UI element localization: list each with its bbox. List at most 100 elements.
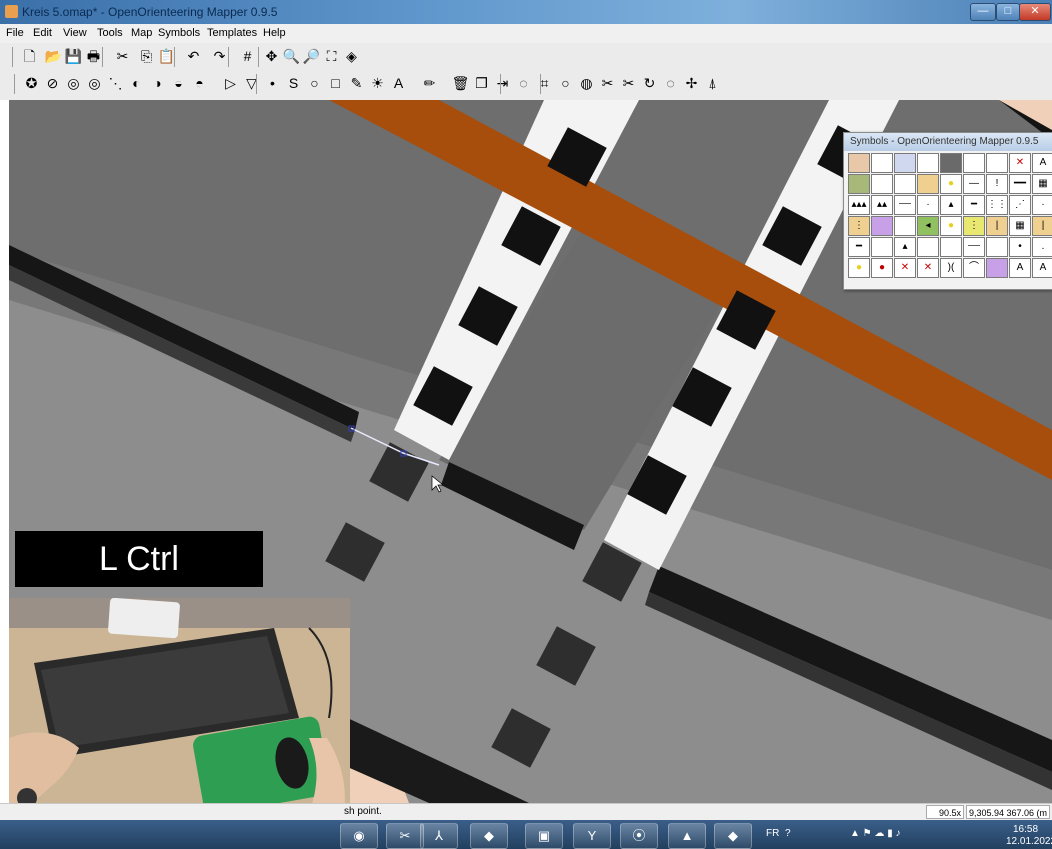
ring2-icon[interactable]: ◎ [85,74,104,93]
symbol-cell[interactable]: ┄┄ [894,195,916,215]
connect-icon[interactable]: ⌗ [535,74,554,93]
cut-icon[interactable]: ✂ [113,47,132,66]
text-icon[interactable]: A [389,74,408,93]
cut-area-icon[interactable]: ◌ [514,74,533,93]
show-all-symbols-icon[interactable]: ✪ [22,74,41,93]
symbol-cell[interactable]: ● [940,216,962,236]
symbol-cell[interactable]: ✕ [1009,153,1031,173]
symbol-cell[interactable]: ◂ [917,216,939,236]
menu-help[interactable]: Help [263,27,286,39]
path-icon[interactable]: S [284,74,303,93]
firefox-icon[interactable]: ◉ [340,823,378,849]
symbol-cell[interactable]: ✕ [917,258,939,278]
symbol-cell[interactable]: • [1009,237,1031,257]
symbol-cell[interactable]: | [986,216,1008,236]
symbol-cell[interactable]: ! [986,174,1008,194]
grid-icon[interactable]: # [238,47,257,66]
symbol-cell[interactable]: ━━ [1009,174,1031,194]
fill-icon[interactable]: ☀ [368,74,387,93]
symbol-cell[interactable] [871,216,893,236]
freehand-icon[interactable]: ✎ [347,74,366,93]
fullscreen-icon[interactable]: ⛶ [322,47,341,66]
point-icon[interactable]: • [263,74,282,93]
cut-hole-icon[interactable]: ✂ [619,74,638,93]
symbol-cell[interactable] [894,174,916,194]
symbol-cell[interactable]: ━ [848,237,870,257]
ring-icon[interactable]: ◎ [64,74,83,93]
circle-tool-icon[interactable]: ○ [556,74,575,93]
zoom-out-icon[interactable]: 🔎 [302,47,321,66]
symbol-cell[interactable]: ▦ [1032,174,1052,194]
symbol-cell[interactable]: A [1009,258,1031,278]
openorienteering2-icon[interactable]: ◆ [714,823,752,849]
move-icon[interactable]: ✢ [682,74,701,93]
symbol-cell[interactable] [963,153,985,173]
powerpoint-icon[interactable]: ▣ [525,823,563,849]
symbol-cell[interactable]: A [1032,153,1052,173]
duplicate-icon[interactable]: ❐ [472,74,491,93]
symbol-cell[interactable]: ● [871,258,893,278]
symbol-cell[interactable]: ▦ [1009,216,1031,236]
symbol-cell[interactable] [848,153,870,173]
symbol-cell[interactable]: ⋰ [1009,195,1031,215]
inkscape-icon[interactable]: Y [573,823,611,849]
symbol-cell[interactable]: . [1032,237,1052,257]
pencil-icon[interactable]: ✏ [420,74,439,93]
new-file-icon[interactable]: 🗋 [20,47,39,66]
dotted-line-icon[interactable]: ⋱ [106,74,125,93]
circle-b-icon[interactable]: ◑ [148,74,167,93]
symbol-cell[interactable] [917,174,939,194]
menu-file[interactable]: File [6,27,24,39]
switch-dash-icon[interactable]: ⇥ [493,74,512,93]
symbol-cell[interactable] [917,237,939,257]
undo-icon[interactable]: ↶ [184,47,203,66]
symbol-cell[interactable] [871,237,893,257]
symbol-cell[interactable] [894,153,916,173]
symbol-cell[interactable]: ✕ [894,258,916,278]
symbol-cell[interactable] [986,237,1008,257]
help-icon[interactable]: ? [785,828,791,839]
symbol-cell[interactable] [917,153,939,173]
symbol-cell[interactable]: | [1032,216,1052,236]
openorienteering-icon[interactable]: ◆ [470,823,508,849]
pan-icon[interactable]: ✥ [262,47,281,66]
menu-view[interactable]: View [63,27,87,39]
rotate-icon[interactable]: ↻ [640,74,659,93]
minimize-button[interactable]: — [970,3,996,21]
maximize-button[interactable]: □ [996,3,1020,21]
copy-icon[interactable]: ⎘ [137,47,156,66]
symbol-cell[interactable] [940,237,962,257]
rectangle-icon[interactable]: □ [326,74,345,93]
symbol-cell[interactable] [986,153,1008,173]
delete-icon[interactable]: 🗑 [451,74,470,93]
symbol-cell[interactable] [848,174,870,194]
symbol-cell[interactable]: ⋮ [963,216,985,236]
symbol-cell[interactable]: ▴▴ [871,195,893,215]
symbol-cell[interactable] [940,153,962,173]
measure-icon[interactable]: ⍋ [703,74,722,93]
clock-time[interactable]: 16:58 [1013,824,1038,835]
tray-icons[interactable]: ▲ ⚑ ☁ ▮ ♪ [850,828,900,839]
symbol-cell[interactable]: · [917,195,939,215]
symbol-cell[interactable]: ● [848,258,870,278]
vlc-icon[interactable]: ▲ [668,823,706,849]
symbol-cell[interactable] [894,216,916,236]
circle-d-icon[interactable]: ◓ [190,74,209,93]
hide-symbols-icon[interactable]: ⊘ [43,74,62,93]
menu-symbols[interactable]: Symbols [158,27,200,39]
symbol-cell[interactable]: ● [940,174,962,194]
clock-date[interactable]: 12.01.2022 [1006,836,1052,847]
print-icon[interactable]: 🖶 [84,47,103,66]
language-indicator[interactable]: FR [766,828,779,839]
symbol-cell[interactable]: ▴ [940,195,962,215]
symbol-cell[interactable]: ━ [963,195,985,215]
menu-map[interactable]: Map [131,27,152,39]
edit-object-icon[interactable]: ▷ [221,74,240,93]
circle-c-icon[interactable]: ◒ [169,74,188,93]
symbol-cell[interactable]: ┄┄ [963,237,985,257]
symbol-cell[interactable] [871,153,893,173]
symbol-cell[interactable]: · [1032,195,1052,215]
symbol-cell[interactable] [986,258,1008,278]
acrobat-icon[interactable]: ⅄ [420,823,458,849]
redo-icon[interactable]: ↷ [210,47,229,66]
